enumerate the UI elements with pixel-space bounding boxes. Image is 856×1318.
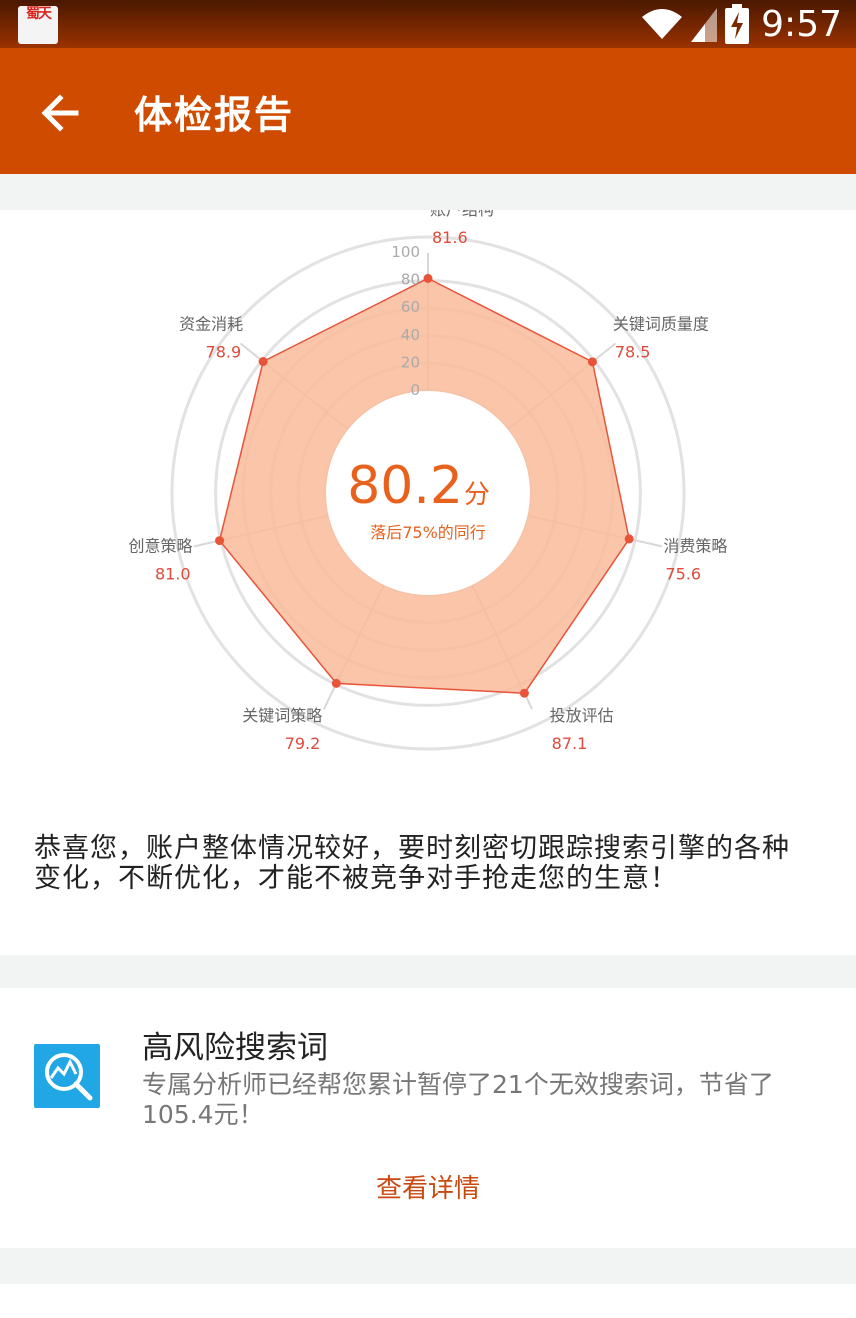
scale-tick-label: 100 <box>391 243 420 261</box>
axis-label: 关键词策略 <box>242 706 322 725</box>
bottom-card-edge <box>0 1284 856 1318</box>
risk-card-title: 高风险搜索词 <box>142 1030 328 1066</box>
risk-keywords-card[interactable]: 高风险搜索词 专属分析师已经帮您累计暂停了21个无效搜索词，节省了105.4元！… <box>0 988 856 1248</box>
view-details-link[interactable]: 查看详情 <box>0 1168 856 1205</box>
scale-tick-label: 0 <box>410 381 420 399</box>
search-analysis-icon <box>34 1044 100 1108</box>
radar-point <box>215 536 225 546</box>
app-notification-icon: 蜀天 <box>18 6 58 44</box>
score-caption: 落后75%的同行 <box>370 523 486 542</box>
axis-value: 87.1 <box>552 734 588 753</box>
battery-charging-icon <box>725 4 750 44</box>
scale-tick-label: 20 <box>401 353 420 371</box>
radar-point <box>423 273 433 283</box>
axis-value: 81.6 <box>432 228 468 247</box>
summary-text: 恭喜您，账户整体情况较好，要时刻密切跟踪搜索引擎的各种变化，不断优化，才能不被竞… <box>34 833 790 894</box>
radar-point <box>258 357 268 367</box>
axis-label: 投放评估 <box>550 706 614 725</box>
status-icons: 9:57 <box>641 2 842 46</box>
axis-value: 78.5 <box>615 343 651 362</box>
radar-point <box>624 534 634 544</box>
scale-tick-label: 60 <box>401 298 420 316</box>
score-value: 80.2 <box>347 456 463 516</box>
wifi-icon <box>642 9 683 39</box>
scale-tick-label: 80 <box>401 271 420 289</box>
toolbar: 体检报告 <box>0 48 856 174</box>
radar-point <box>519 688 529 698</box>
clock: 9:57 <box>761 3 842 45</box>
axis-label: 关键词质量度 <box>613 315 709 334</box>
axis-label: 消费策略 <box>663 536 727 555</box>
axis-value: 79.2 <box>285 734 321 753</box>
page-title: 体检报告 <box>134 93 295 137</box>
axis-value: 81.0 <box>155 564 191 583</box>
signal-icon <box>691 8 718 42</box>
scale-tick-label: 40 <box>401 326 420 344</box>
risk-card-description: 专属分析师已经帮您累计暂停了21个无效搜索词，节省了105.4元！ <box>142 1070 774 1129</box>
radar-point <box>331 678 341 688</box>
axis-label: 创意策略 <box>129 536 193 555</box>
axis-label: 账户结构 <box>430 210 494 219</box>
arrow-left-icon[interactable] <box>36 88 86 138</box>
axis-value: 75.6 <box>665 564 701 583</box>
score-unit: 分 <box>464 480 490 510</box>
status-bar: 蜀天 9:57 <box>0 0 856 48</box>
radar-point <box>587 357 597 367</box>
health-report-card: 100 80 60 40 20 0 账户结构 81.6 关键词质量度 78.5 消费策略 75.6 投… <box>0 210 856 955</box>
axis-label: 资金消耗 <box>179 315 243 334</box>
axis-value: 78.9 <box>206 343 242 362</box>
radar-chart: 100 80 60 40 20 0 账户结构 81.6 关键词质量度 78.5 消费策略 75.6 投… <box>129 210 728 753</box>
